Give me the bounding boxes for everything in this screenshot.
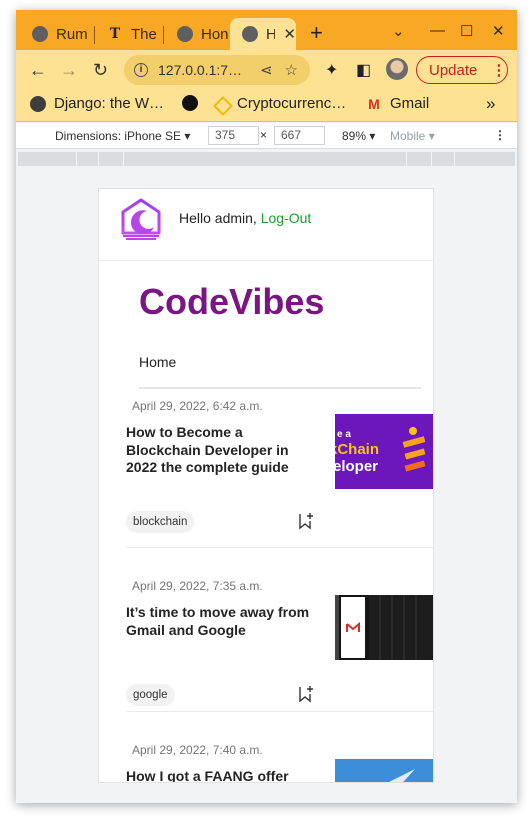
side-panel-icon[interactable]: ◧: [356, 60, 371, 80]
post-title[interactable]: How to Become a Blockchain Developer in …: [126, 424, 321, 477]
tab-label: The: [131, 25, 157, 43]
close-tab-icon[interactable]: ✕: [283, 25, 296, 43]
bookmark-label: Django: the W…: [54, 95, 165, 112]
ruler-tick: [98, 152, 99, 166]
nyt-icon: T: [109, 26, 121, 42]
globe-icon: [177, 26, 193, 42]
thumb-text: kChain: [335, 441, 379, 458]
browser-window: Rum T The Hon H ✕ + ⌄ — ☐ ✕ ← → ↻ i 127.…: [16, 10, 517, 803]
nav-home-link[interactable]: Home: [139, 354, 176, 370]
post-thumbnail[interactable]: e a kChain eloper: [335, 414, 433, 489]
tab-label: Rum: [56, 25, 88, 43]
media-query-ruler[interactable]: [18, 152, 515, 166]
site-logo-icon[interactable]: [118, 197, 164, 243]
bookmark-label: Gmail: [390, 95, 430, 112]
post-divider: [126, 711, 433, 712]
post-title[interactable]: It’s time to move away from Gmail and Go…: [126, 604, 321, 639]
thumb-text: e a: [337, 429, 351, 440]
height-input[interactable]: 667: [274, 126, 325, 145]
greeting-text: Hello admin, Log-Out: [179, 210, 311, 226]
reload-icon[interactable]: ↻: [93, 60, 108, 80]
back-icon[interactable]: ←: [29, 60, 47, 80]
blockchain-thumbnail-image: e a kChain eloper: [335, 414, 433, 489]
faang-thumbnail-image: [335, 759, 433, 782]
bookmark-add-icon[interactable]: [298, 512, 314, 530]
post-date: April 29, 2022, 7:40 a.m.: [132, 743, 263, 757]
post-tag[interactable]: blockchain: [126, 511, 195, 533]
bookmark-github[interactable]: [182, 95, 206, 111]
bookmark-django[interactable]: Django: the W…: [30, 95, 164, 112]
globe-icon: [30, 95, 46, 112]
times-sign: ×: [260, 128, 268, 142]
more-bookmarks-icon[interactable]: »: [486, 94, 495, 114]
forward-icon[interactable]: →: [60, 60, 78, 80]
tab-label: H: [266, 25, 276, 43]
update-label: Update: [429, 61, 478, 79]
profile-avatar-icon[interactable]: [386, 58, 408, 80]
tab-the[interactable]: T The: [95, 18, 165, 50]
device-toolbar: Dimensions: iPhone SE ▾ 375 × 667 89% ▾ …: [16, 123, 517, 149]
post-date: April 29, 2022, 7:35 a.m.: [132, 579, 263, 593]
ruler-tick: [406, 152, 407, 166]
bookmark-star-icon[interactable]: ☆: [285, 61, 298, 79]
post-thumbnail[interactable]: [335, 595, 433, 660]
ruler-tick: [454, 152, 455, 166]
zoom-select[interactable]: 89% ▾: [342, 129, 375, 143]
post-tag[interactable]: google: [126, 684, 175, 706]
menu-kebab-icon: ⋮: [491, 62, 507, 79]
site-info-icon[interactable]: i: [134, 63, 148, 77]
greeting-label: Hello admin,: [179, 210, 257, 226]
page-viewport: Hello admin, Log-Out CodeVibes Home Apri…: [98, 188, 434, 783]
tab-strip: Rum T The Hon H ✕ + ⌄ — ☐ ✕: [16, 10, 517, 50]
ruler-tick: [123, 152, 124, 166]
site-brand-title[interactable]: CodeVibes: [139, 281, 324, 323]
address-bar[interactable]: i 127.0.0.1:7… ⋖ ☆: [124, 55, 310, 85]
post-divider: [126, 547, 433, 548]
zoom-label: 89%: [342, 129, 367, 143]
gmail-icon: M: [368, 95, 380, 112]
bookmark-crypto[interactable]: Cryptocurrenc…: [213, 95, 346, 112]
share-icon[interactable]: ⋖: [260, 61, 273, 79]
globe-icon: [242, 26, 258, 42]
site-header: Hello admin, Log-Out: [99, 189, 433, 261]
binance-icon: [213, 96, 229, 112]
width-input[interactable]: 375: [208, 126, 259, 145]
tab-separator: [163, 26, 164, 44]
bookmarks-bar: Django: the W… Cryptocurrenc… M Gmail: [16, 90, 517, 122]
tab-home[interactable]: Hon: [165, 18, 229, 50]
update-button[interactable]: Update ⋮: [416, 56, 508, 84]
logout-link[interactable]: Log-Out: [261, 210, 312, 226]
post-date: April 29, 2022, 6:42 a.m.: [132, 399, 263, 413]
mode-select[interactable]: Mobile ▾: [390, 129, 435, 143]
tab-rum[interactable]: Rum: [20, 18, 92, 50]
tab-active[interactable]: H ✕: [230, 18, 296, 50]
mode-label: Mobile: [390, 129, 426, 143]
tab-label: Hon: [201, 25, 229, 43]
post-title[interactable]: How I got a FAANG offer: [126, 768, 321, 782]
globe-icon: [32, 26, 48, 42]
device-select[interactable]: Dimensions: iPhone SE ▾: [55, 129, 190, 143]
gmail-thumbnail-image: [335, 595, 433, 660]
new-tab-icon[interactable]: +: [310, 22, 323, 44]
device-label: Dimensions: iPhone SE: [55, 129, 182, 143]
tab-search-icon[interactable]: ⌄: [392, 22, 405, 40]
close-window-icon[interactable]: ✕: [492, 22, 505, 40]
url-text: 127.0.0.1:7…: [158, 62, 243, 78]
bookmark-add-icon[interactable]: [298, 685, 314, 703]
minimize-icon[interactable]: —: [430, 22, 445, 39]
maximize-icon[interactable]: ☐: [460, 22, 473, 40]
extensions-icon[interactable]: ✦: [325, 60, 338, 80]
ruler-tick: [431, 152, 432, 166]
thumb-text: eloper: [335, 458, 378, 475]
nav-divider: [139, 387, 421, 389]
github-icon: [182, 95, 198, 111]
ruler-tick: [76, 152, 77, 166]
devtools-menu-icon[interactable]: ⋮: [494, 128, 506, 142]
bookmark-label: Cryptocurrenc…: [237, 95, 347, 112]
post-thumbnail[interactable]: [335, 759, 433, 782]
bookmark-gmail[interactable]: M Gmail: [366, 95, 429, 112]
